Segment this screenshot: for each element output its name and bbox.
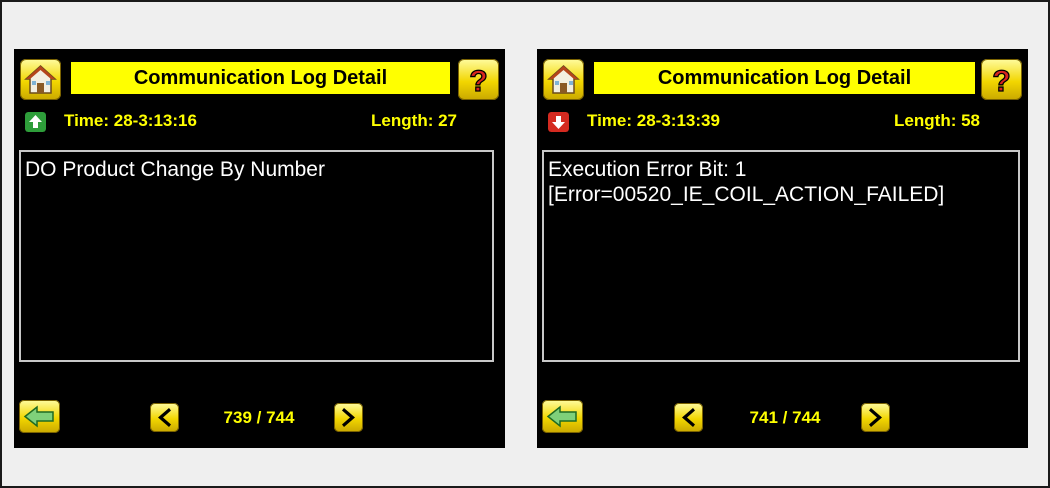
- log-length: Length: 58: [894, 111, 980, 130]
- chevron-left-icon: [158, 408, 171, 427]
- log-message: DO Product Change By Number: [25, 158, 325, 181]
- back-arrow-icon: [23, 405, 54, 428]
- home-icon: [547, 64, 580, 94]
- screenshot-frame: Communication Log Detail ? Time: 28-3:13…: [0, 0, 1050, 488]
- back-button[interactable]: [19, 400, 60, 433]
- chevron-left-icon: [682, 408, 695, 427]
- home-button[interactable]: [543, 59, 584, 100]
- log-detail-panel-1: Communication Log Detail ? Time: 28-3:13…: [14, 49, 505, 448]
- svg-text:?: ?: [992, 65, 1010, 97]
- log-time: Time: 28-3:13:16: [64, 111, 197, 130]
- page-counter: 739 / 744: [223, 408, 295, 427]
- svg-text:?: ?: [469, 65, 487, 97]
- log-time: Time: 28-3:13:39: [587, 111, 720, 130]
- help-icon: ?: [992, 64, 1012, 97]
- chevron-right-icon: [869, 408, 882, 427]
- log-length: Length: 27: [371, 111, 457, 130]
- previous-page-button[interactable]: [674, 403, 703, 432]
- page-title: Communication Log Detail: [71, 62, 450, 94]
- previous-page-button[interactable]: [150, 403, 179, 432]
- back-button[interactable]: [542, 400, 583, 433]
- log-message: Execution Error Bit: 1 [Error=00520_IE_C…: [548, 158, 945, 206]
- log-message-box: DO Product Change By Number: [19, 150, 494, 362]
- home-icon: [24, 64, 57, 94]
- back-arrow-icon: [546, 405, 577, 428]
- home-button[interactable]: [20, 59, 61, 100]
- help-button[interactable]: ?: [458, 59, 499, 100]
- arrow-down-icon: [548, 112, 569, 132]
- next-page-button[interactable]: [861, 403, 890, 432]
- chevron-right-icon: [342, 408, 355, 427]
- help-button[interactable]: ?: [981, 59, 1022, 100]
- help-icon: ?: [469, 64, 489, 97]
- page-title: Communication Log Detail: [594, 62, 975, 94]
- page-counter: 741 / 744: [749, 408, 821, 427]
- arrow-up-icon: [25, 112, 46, 132]
- log-detail-panel-2: Communication Log Detail ? Time: 28-3:13…: [537, 49, 1028, 448]
- log-message-box: Execution Error Bit: 1 [Error=00520_IE_C…: [542, 150, 1020, 362]
- next-page-button[interactable]: [334, 403, 363, 432]
